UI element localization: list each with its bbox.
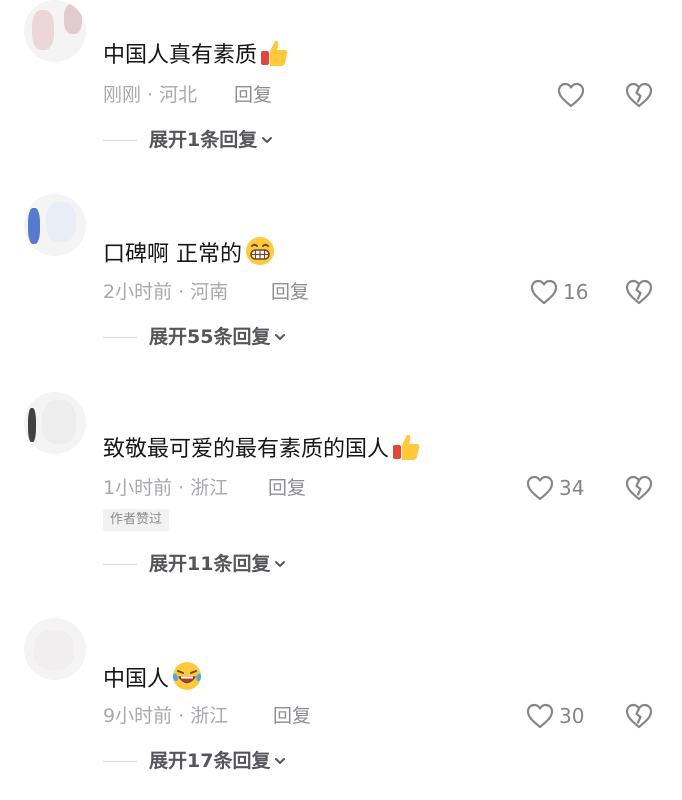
chevron-down-icon — [275, 561, 286, 567]
expand-label: 展开55条回复 — [149, 326, 271, 348]
avatar[interactable] — [24, 194, 86, 256]
like-button[interactable]: 30 — [525, 701, 584, 731]
like-button[interactable]: 16 — [529, 277, 588, 307]
comment-meta: 1小时前 · 浙江 — [103, 476, 228, 500]
chevron-down-icon — [262, 137, 273, 143]
expand-replies-button[interactable]: 展开11条回复 — [103, 551, 287, 577]
expand-label: 展开1条回复 — [149, 129, 258, 151]
comment-text: 中国人 — [103, 660, 203, 695]
like-count: 30 — [559, 704, 585, 728]
meta-separator: · — [172, 705, 191, 727]
author-liked-badge: 作者赞过 — [103, 509, 170, 531]
divider — [103, 563, 137, 565]
expand-label: 展开11条回复 — [149, 553, 271, 575]
expand-replies-button[interactable]: 展开17条回复 — [103, 748, 287, 774]
meta-separator: · — [141, 84, 160, 106]
divider — [103, 760, 137, 762]
comment-meta: 2小时前 · 河南 — [103, 280, 228, 304]
reply-button[interactable]: 回复 — [273, 704, 311, 728]
meta-separator: · — [172, 477, 191, 499]
comment-meta: 刚刚 · 河北 — [103, 83, 197, 107]
comment-time: 2小时前 — [103, 281, 173, 303]
chevron-down-icon — [275, 334, 286, 340]
broken-heart-icon[interactable] — [624, 473, 654, 503]
expand-label: 展开17条回复 — [149, 750, 271, 772]
expand-replies-button[interactable]: 展开55条回复 — [103, 324, 287, 350]
reply-button[interactable]: 回复 — [234, 83, 272, 107]
comment-meta: 9小时前 · 浙江 — [103, 704, 228, 728]
heart-icon — [526, 703, 554, 729]
avatar[interactable] — [24, 0, 86, 62]
avatar[interactable] — [24, 392, 86, 454]
reply-button[interactable]: 回复 — [268, 476, 306, 500]
broken-heart-icon[interactable] — [624, 277, 654, 307]
expand-replies-button[interactable]: 展开1条回复 — [103, 127, 274, 153]
like-count: 16 — [563, 280, 589, 304]
comment-time: 刚刚 — [103, 84, 142, 106]
broken-heart-icon[interactable] — [624, 701, 654, 731]
comment-time: 1小时前 — [103, 477, 173, 499]
comment-location: 河南 — [190, 281, 229, 303]
like-button[interactable]: 34 — [525, 473, 584, 503]
like-button[interactable] — [556, 80, 590, 110]
comment-text: 致敬最可爱的最有素质的国人 — [103, 432, 421, 465]
heart-icon — [557, 82, 585, 108]
divider — [103, 336, 137, 338]
heart-icon — [530, 279, 558, 305]
heart-icon — [526, 475, 554, 501]
meta-separator: · — [172, 281, 191, 303]
grinning-face-emoji-icon — [246, 237, 274, 265]
comment-text: 中国人真有素质 — [103, 38, 289, 71]
crying-laughing-emoji-icon — [172, 662, 202, 690]
comment-time: 9小时前 — [103, 705, 173, 727]
chevron-down-icon — [275, 758, 286, 764]
broken-heart-icon[interactable] — [624, 80, 654, 110]
like-count: 34 — [559, 476, 585, 500]
thumbs-up-emoji-icon — [261, 40, 288, 66]
comment-location: 浙江 — [190, 705, 229, 727]
reply-button[interactable]: 回复 — [271, 280, 309, 304]
comment-location: 浙江 — [190, 477, 229, 499]
thumbs-up-emoji-icon — [393, 434, 420, 460]
avatar[interactable] — [24, 618, 86, 680]
divider — [103, 139, 137, 141]
comment-text: 口碑啊 正常的 — [103, 235, 276, 270]
comment-location: 河北 — [159, 84, 198, 106]
